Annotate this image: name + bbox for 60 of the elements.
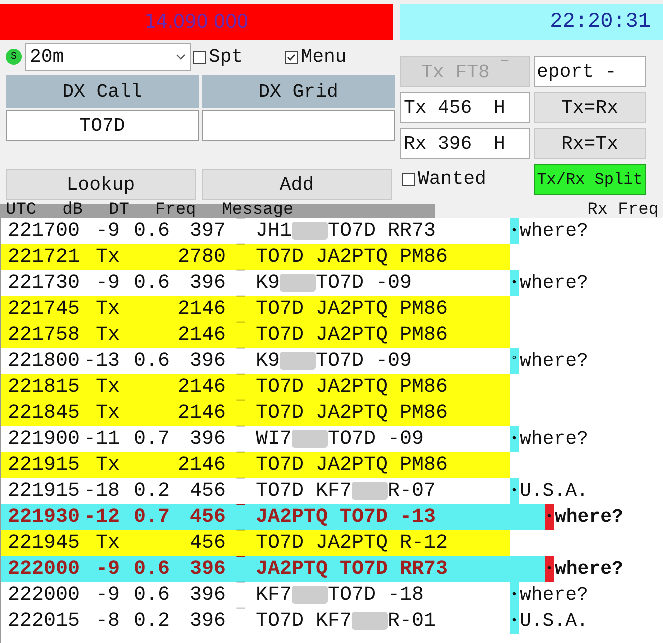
decode-row[interactable]: 221930 -12 0.7 456 ¯ JA2PTQ TO7D -13 <box>1 504 545 530</box>
tx-frequency-spinbox[interactable]: Tx 456 H <box>400 92 530 123</box>
dx-grid-label: DX Grid <box>202 75 395 110</box>
country-label: where? <box>520 220 588 242</box>
country-label: U.S.A. <box>520 610 588 632</box>
clock-display: 22:20:31 <box>400 4 663 40</box>
dx-grid-field[interactable] <box>202 110 395 141</box>
column-header: DT <box>109 204 130 218</box>
country-label: where? <box>555 506 624 528</box>
decode-row[interactable]: 222000 -9 0.6 396 ¯ JA2PTQ TO7D RR73 <box>1 556 545 582</box>
column-header: Message <box>222 204 294 218</box>
decode-row[interactable]: 221730 -9 0.6 396 ¯ K9 TO7D -09 <box>1 270 510 296</box>
add-button[interactable]: Add <box>202 169 392 200</box>
decode-row[interactable]: 222015 -8 0.2 396 ¯ TO7D KF7 R-01 <box>1 608 510 634</box>
decode-row[interactable]: 221800 -13 0.6 396 ¯ K9 TO7D -09 <box>1 348 510 374</box>
column-header: dB <box>62 204 84 218</box>
country-label: where? <box>520 428 588 450</box>
status-marker: • <box>510 478 519 504</box>
lookup-button[interactable]: Lookup <box>6 169 196 200</box>
decode-row[interactable]: 222000 -9 0.6 396 ¯ KF7 TO7D -18 <box>1 582 510 608</box>
status-marker: • <box>510 608 519 634</box>
status-light: S <box>6 49 22 65</box>
dx-call-field[interactable]: TO7D <box>6 110 199 141</box>
band-select[interactable]: 20m <box>25 43 191 71</box>
column-header: Freq <box>155 204 196 218</box>
country-label: where? <box>520 584 588 606</box>
status-marker: • <box>510 218 519 244</box>
country-label: where? <box>520 350 588 372</box>
status-marker: • <box>510 426 519 452</box>
decode-row[interactable]: 221745 Tx 2146 ¯ TO7D JA2PTQ PM86 <box>1 296 510 322</box>
decode-row[interactable]: 221721 Tx 2780 ¯ TO7D JA2PTQ PM86 <box>1 244 510 270</box>
wanted-checkbox[interactable]: Wanted <box>402 168 530 190</box>
split-button[interactable]: Tx/Rx Split <box>534 164 646 195</box>
rx-equals-tx-button[interactable]: Rx=Tx <box>534 128 646 159</box>
decode-row[interactable]: 221845 Tx 2146 ¯ TO7D JA2PTQ PM86 <box>1 400 510 426</box>
tx-equals-rx-button[interactable]: Tx=Rx <box>534 92 646 123</box>
status-marker: • <box>510 270 519 296</box>
frequency-display: 14.090 000 <box>0 4 393 40</box>
status-marker: • <box>545 504 554 530</box>
chevron-icon <box>176 54 186 60</box>
dx-call-label: DX Call <box>6 75 199 110</box>
decode-row[interactable]: 221758 Tx 2146 ¯ TO7D JA2PTQ PM86 <box>1 322 510 348</box>
status-marker: • <box>545 556 554 582</box>
country-label: where? <box>555 558 624 580</box>
decode-row[interactable]: 221815 Tx 2146 ¯ TO7D JA2PTQ PM86 <box>1 374 510 400</box>
column-header: Rx Freq <box>588 204 660 218</box>
column-header: UTC <box>6 204 37 218</box>
decode-row[interactable]: 221945 Tx 456 ¯ TO7D JA2PTQ R-12 <box>1 530 510 556</box>
report-spinbox[interactable]: eport - <box>534 56 646 87</box>
country-label: U.S.A. <box>520 480 588 502</box>
decode-row[interactable]: 221915 -18 0.2 456 ¯ TO7D KF7 R-07 <box>1 478 510 504</box>
checkbox[interactable]: Spt <box>193 46 244 68</box>
country-label: where? <box>520 272 588 294</box>
decode-row[interactable]: 221915 Tx 2146 ¯ TO7D JA2PTQ PM86 <box>1 452 510 478</box>
rx-frequency-spinbox[interactable]: Rx 396 H <box>400 128 530 159</box>
decode-row[interactable]: 221900 -11 0.7 396 ¯ WI7 TO7D -09 <box>1 426 510 452</box>
status-marker: ° <box>510 348 519 374</box>
checkbox[interactable]: Menu <box>285 46 347 68</box>
decode-row[interactable]: 221700 -9 0.6 397 ¯ JH1 TO7D RR73 <box>1 218 510 244</box>
status-marker: • <box>510 582 519 608</box>
